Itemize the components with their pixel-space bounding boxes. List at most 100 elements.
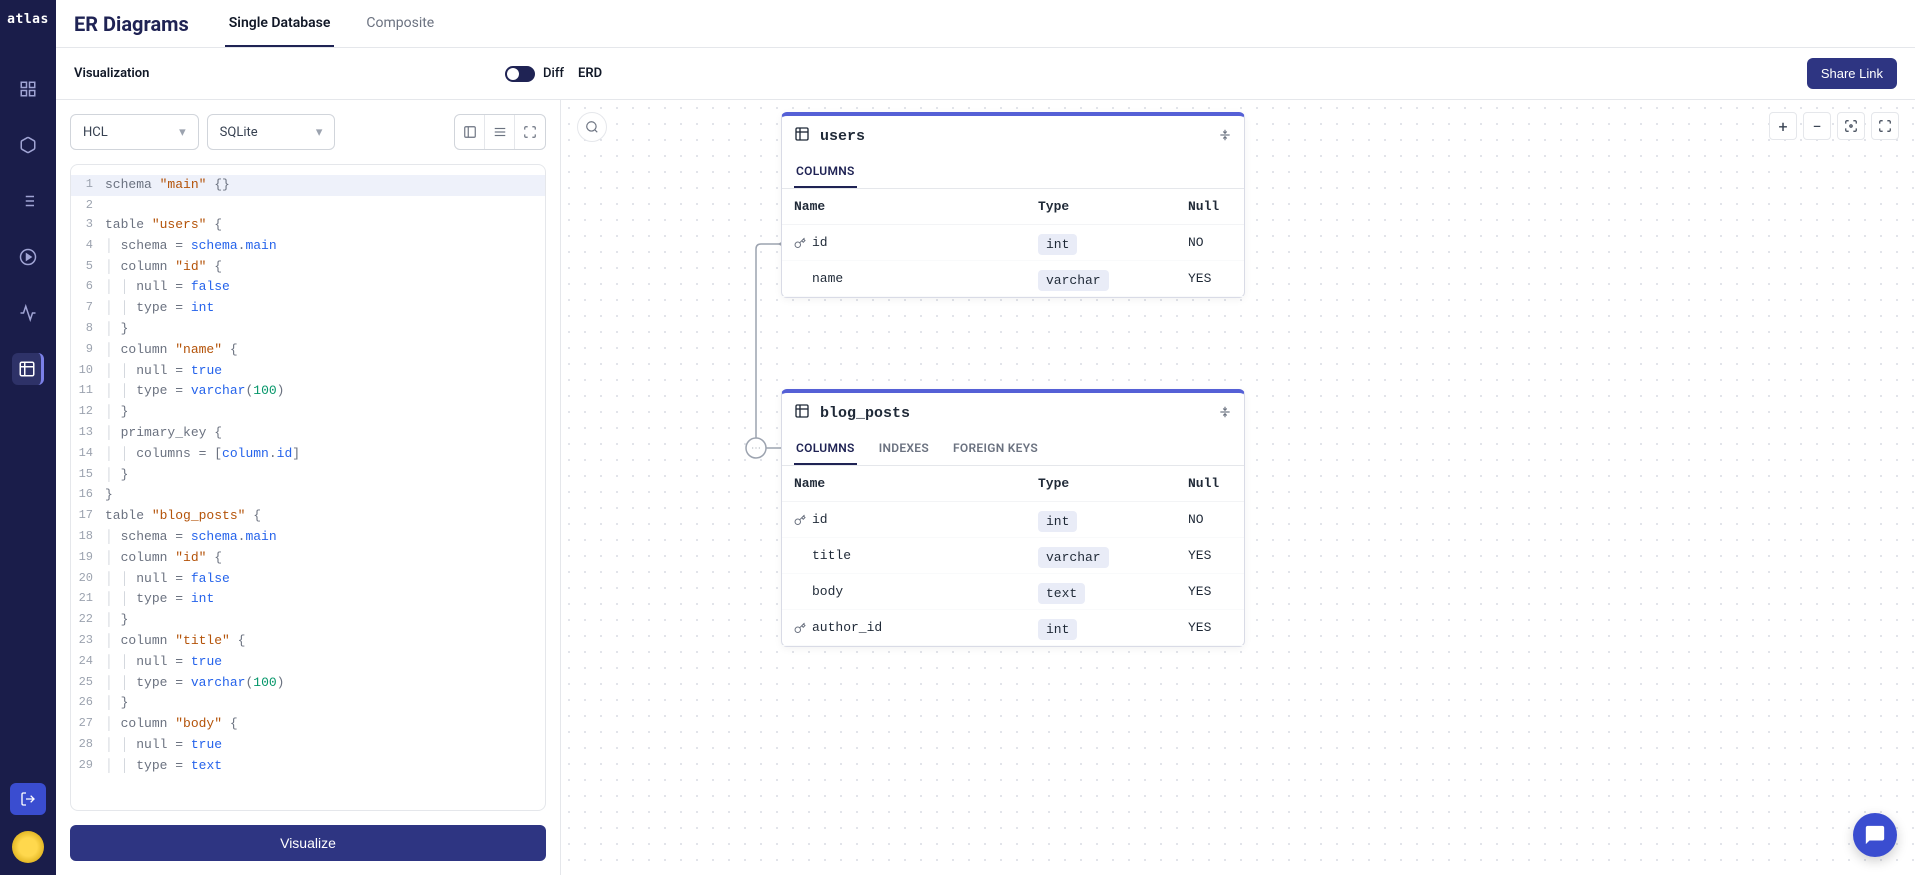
code-line[interactable]: 8│ } — [71, 319, 545, 340]
code-editor[interactable]: 1schema "main" {}23table "users" {4│ sch… — [70, 164, 546, 811]
collapse-icon[interactable] — [1218, 127, 1232, 146]
code-line[interactable]: 13│ primary_key { — [71, 423, 545, 444]
entity-card-blog-posts[interactable]: blog_posts COLUMNS INDEXES FOREIGN KEYS Name… — [781, 389, 1245, 647]
erd-search-button[interactable] — [577, 112, 607, 142]
tab-composite[interactable]: Composite — [362, 1, 438, 47]
code-line[interactable]: 14│ │ columns = [column.id] — [71, 444, 545, 465]
code-line[interactable]: 27│ column "body" { — [71, 714, 545, 735]
brand-logo: atlas — [7, 12, 49, 27]
database-dropdown[interactable]: SQLite▾ — [207, 114, 336, 150]
entity-name: users — [820, 128, 865, 145]
nav-table-icon[interactable] — [12, 353, 44, 385]
expand-icon[interactable] — [515, 115, 545, 149]
column-row[interactable]: author_idintYES — [782, 610, 1244, 646]
key-icon — [794, 237, 808, 249]
nav-play-icon[interactable] — [12, 241, 44, 273]
code-line[interactable]: 9│ column "name" { — [71, 340, 545, 361]
column-type: varchar — [1038, 547, 1109, 568]
column-name: name — [812, 271, 1038, 286]
visualization-label: Visualization — [74, 66, 149, 81]
column-type: text — [1038, 583, 1085, 604]
entity-tab-columns[interactable]: COLUMNS — [794, 433, 857, 465]
zoom-out-button[interactable]: − — [1803, 112, 1831, 140]
nav-dashboard-icon[interactable] — [12, 73, 44, 105]
col-header-type: Type — [1038, 199, 1188, 214]
column-name: title — [812, 548, 1038, 563]
share-link-button[interactable]: Share Link — [1807, 58, 1897, 89]
language-dropdown[interactable]: HCL▾ — [70, 114, 199, 150]
nav-activity-icon[interactable] — [12, 297, 44, 329]
logout-button[interactable] — [10, 783, 46, 815]
fullscreen-button[interactable] — [1871, 112, 1899, 140]
column-type: varchar — [1038, 270, 1109, 291]
format-icon[interactable] — [455, 115, 485, 149]
erd-canvas[interactable]: + − ⋯ usersCOLUMNSNameTypeNullidintNOnam… — [561, 100, 1915, 875]
code-line[interactable]: 21│ │ type = int — [71, 589, 545, 610]
key-icon — [794, 622, 808, 634]
code-line[interactable]: 18│ schema = schema.main — [71, 527, 545, 548]
sidebar: atlas — [0, 0, 56, 875]
column-type: int — [1038, 511, 1077, 532]
column-row[interactable]: idint NO — [782, 225, 1244, 261]
user-avatar[interactable] — [12, 831, 44, 863]
column-row[interactable]: namevarchar YES — [782, 261, 1244, 297]
page-title: ER Diagrams — [74, 12, 189, 36]
code-line[interactable]: 3table "users" { — [71, 215, 545, 236]
lines-icon[interactable] — [485, 115, 515, 149]
nav-cube-icon[interactable] — [12, 129, 44, 161]
col-header-type: Type — [1038, 476, 1188, 491]
code-line[interactable]: 23│ column "title" { — [71, 631, 545, 652]
col-header-name: Name — [794, 199, 1038, 214]
code-line[interactable]: 25│ │ type = varchar(100) — [71, 673, 545, 694]
code-line[interactable]: 20│ │ null = false — [71, 569, 545, 590]
key-icon — [794, 514, 808, 526]
code-line[interactable]: 15│ } — [71, 465, 545, 486]
visualize-button[interactable]: Visualize — [70, 825, 546, 861]
entity-tab-columns[interactable]: COLUMNS — [794, 156, 857, 188]
code-line[interactable]: 26│ } — [71, 693, 545, 714]
code-line[interactable]: 17table "blog_posts" { — [71, 506, 545, 527]
code-line[interactable]: 1schema "main" {} — [71, 175, 545, 196]
fit-view-button[interactable] — [1837, 112, 1865, 140]
column-row[interactable]: idintNO — [782, 502, 1244, 538]
code-line[interactable]: 5│ column "id" { — [71, 257, 545, 278]
col-header-null: Null — [1188, 476, 1232, 491]
left-pane: HCL▾ SQLite▾ 1schema "main" {}23table "u… — [56, 100, 561, 875]
code-line[interactable]: 6│ │ null = false — [71, 277, 545, 298]
column-row[interactable]: bodytextYES — [782, 574, 1244, 610]
column-name: id — [812, 235, 1038, 250]
col-header-name: Name — [794, 476, 1038, 491]
column-type: int — [1038, 234, 1077, 255]
entity-name: blog_posts — [820, 405, 910, 422]
entity-card-users[interactable]: usersCOLUMNSNameTypeNullidintNOnamevarch… — [781, 112, 1245, 298]
code-line[interactable]: 19│ column "id" { — [71, 548, 545, 569]
code-line[interactable]: 11│ │ type = varchar(100) — [71, 381, 545, 402]
code-line[interactable]: 4│ schema = schema.main — [71, 236, 545, 257]
code-line[interactable]: 2 — [71, 196, 545, 215]
code-line[interactable]: 24│ │ null = true — [71, 652, 545, 673]
zoom-in-button[interactable]: + — [1769, 112, 1797, 140]
code-line[interactable]: 7│ │ type = int — [71, 298, 545, 319]
column-row[interactable]: titlevarcharYES — [782, 538, 1244, 574]
column-null: YES — [1188, 584, 1232, 599]
code-line[interactable]: 12│ } — [71, 402, 545, 423]
column-null: YES — [1188, 271, 1232, 286]
column-null: NO — [1188, 512, 1232, 527]
entity-tab-foreign-keys[interactable]: FOREIGN KEYS — [951, 433, 1040, 465]
svg-text:⋯: ⋯ — [751, 443, 761, 454]
nav-list-icon[interactable] — [12, 185, 44, 217]
code-line[interactable]: 28│ │ null = true — [71, 735, 545, 756]
collapse-icon[interactable] — [1218, 404, 1232, 423]
tab-single-database[interactable]: Single Database — [225, 1, 335, 47]
chat-fab-button[interactable] — [1853, 813, 1897, 857]
diff-toggle[interactable] — [505, 66, 535, 82]
code-line[interactable]: 16} — [71, 485, 545, 506]
subheader: Visualization Diff ERD Share Link — [56, 48, 1915, 100]
column-type: int — [1038, 619, 1077, 640]
column-null: NO — [1188, 235, 1232, 250]
code-line[interactable]: 29│ │ type = text — [71, 756, 545, 777]
table-icon — [794, 403, 810, 423]
code-line[interactable]: 22│ } — [71, 610, 545, 631]
code-line[interactable]: 10│ │ null = true — [71, 361, 545, 382]
entity-tab-indexes[interactable]: INDEXES — [877, 433, 931, 465]
